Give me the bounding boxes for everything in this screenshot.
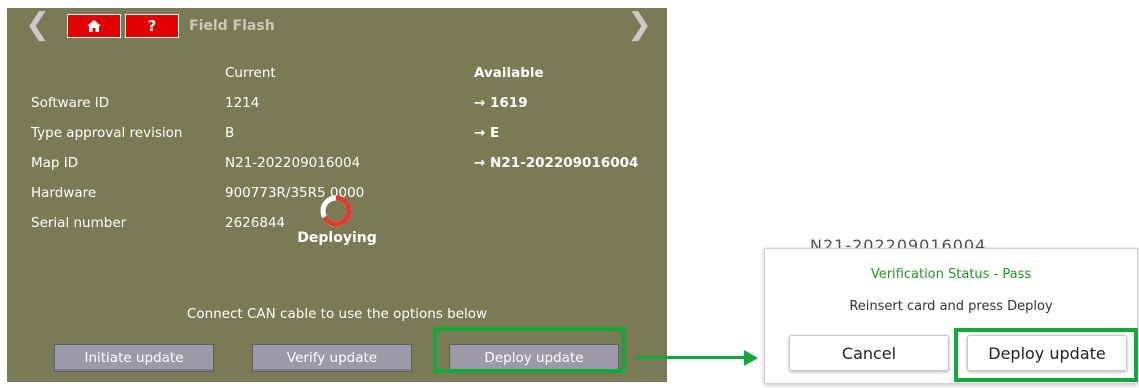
row-current-map-id: N21-202209016004 bbox=[225, 155, 361, 171]
row-label-type-approval: Type approval revision bbox=[31, 125, 183, 141]
initiate-update-button[interactable]: Initiate update bbox=[54, 344, 214, 372]
row-current-software-id: 1214 bbox=[225, 95, 260, 111]
row-current-serial-number: 2626844 bbox=[225, 215, 286, 231]
home-button[interactable] bbox=[67, 14, 121, 38]
connect-can-message: Connect CAN cable to use the options bel… bbox=[186, 306, 488, 322]
back-arrow-icon[interactable]: ❮ bbox=[25, 10, 50, 40]
dialog-message: Reinsert card and press Deploy bbox=[849, 299, 1053, 314]
verification-status: Verification Status - Pass bbox=[870, 267, 1032, 282]
row-label-serial-number: Serial number bbox=[31, 215, 127, 231]
row-available-software-id: → 1619 bbox=[474, 95, 528, 111]
loading-spinner-icon bbox=[320, 195, 352, 227]
row-label-software-id: Software ID bbox=[31, 95, 110, 111]
cancel-button[interactable]: Cancel bbox=[789, 335, 949, 371]
dialog-deploy-highlight-box bbox=[954, 328, 1138, 382]
row-available-map-id: → N21-202209016004 bbox=[474, 155, 639, 171]
header-available: Available bbox=[474, 65, 544, 81]
home-icon bbox=[87, 20, 101, 32]
deploying-status: Deploying bbox=[297, 230, 377, 246]
help-button[interactable]: ? bbox=[125, 14, 179, 38]
deploy-highlight-box bbox=[433, 327, 625, 373]
callout-arrow-head-icon bbox=[744, 350, 758, 366]
verify-update-button[interactable]: Verify update bbox=[252, 344, 412, 372]
screen-title: Field Flash bbox=[189, 18, 275, 34]
row-label-hardware: Hardware bbox=[31, 185, 97, 201]
header-current: Current bbox=[225, 65, 276, 81]
forward-arrow-icon[interactable]: ❯ bbox=[627, 10, 652, 40]
row-label-map-id: Map ID bbox=[31, 155, 79, 171]
row-available-type-approval: → E bbox=[474, 125, 500, 141]
field-flash-screen: ❮ ? Field Flash ❯ Current Available Soft… bbox=[7, 8, 667, 382]
callout-arrow-line bbox=[636, 356, 748, 359]
row-current-type-approval: B bbox=[225, 125, 235, 141]
